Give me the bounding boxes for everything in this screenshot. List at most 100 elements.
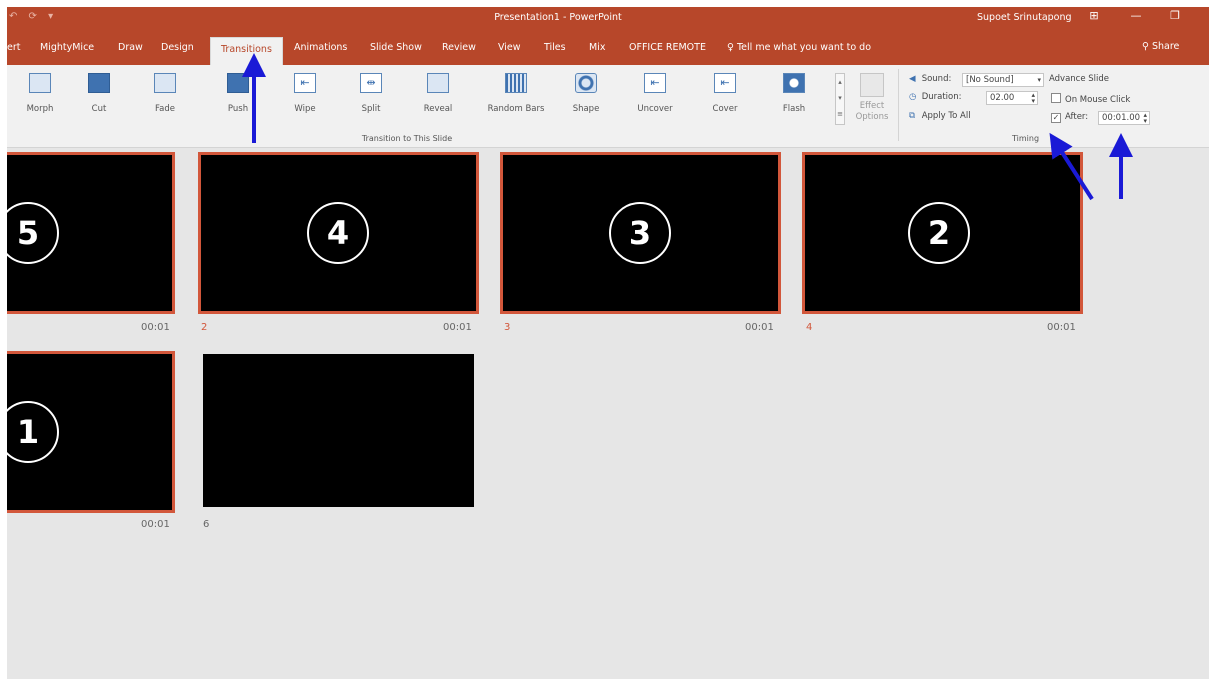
spinner-icon: ▴ ▾ [1143,111,1147,125]
tell-me-text: Tell me what you want to do [736,42,872,53]
on-mouse-click-checkbox[interactable]: On Mouse Click [1051,93,1130,105]
slide-timing: 00:01 [443,322,472,333]
slide-number-circle: 5 [7,202,59,264]
slide-image[interactable]: 1 [7,351,175,513]
transition-label: Flash [782,104,806,114]
transition-flash-button[interactable]: Flash [764,73,824,114]
group-divider [898,69,899,141]
timing-group: ◀ Sound: [No Sound] ▾ ◷ Duration: 02.00 … [902,65,1152,148]
title-bar: ↶ ⟳ ▾ Presentation1 - PowerPoint Supoet … [7,7,1209,65]
transition-label: Reveal [423,104,453,114]
sound-value: [No Sound] [966,75,1014,85]
slide-index: 4 [806,322,813,333]
apply-to-all-button[interactable]: ⧉ Apply To All [909,111,971,121]
display-options-icon[interactable]: ⊞ [1083,9,1105,22]
ribbon: Morph Cut Fade Push ⇤ Wipe ⇹ Split Revea… [7,65,1209,148]
tab-slide-show[interactable]: Slide Show [370,42,422,53]
after-time-spinner[interactable]: 00:01.00 ▴ ▾ [1098,111,1150,125]
slide-index: 6 [203,519,210,530]
restore-button[interactable]: ❐ [1164,9,1186,22]
share-label: Share [1151,41,1180,52]
push-icon [227,73,249,93]
tab-view[interactable]: View [498,42,521,53]
transition-label: Morph [26,104,54,114]
slide-image[interactable]: 3 [500,152,781,314]
powerpoint-window: ↶ ⟳ ▾ Presentation1 - PowerPoint Supoet … [7,7,1209,679]
after-checkbox[interactable]: ✓ After: [1051,112,1088,123]
gallery-scroll-buttons[interactable]: ▴ ▾ ≡ [835,73,845,125]
clock-icon: ◷ [909,92,917,102]
speaker-icon: ◀ [909,74,916,84]
cover-icon: ⇤ [714,73,736,93]
tab-design[interactable]: Design [161,42,194,53]
transition-fade-button[interactable]: Fade [135,73,195,114]
transition-wipe-button[interactable]: ⇤ Wipe [275,73,335,114]
person-icon: ⚲ [1142,41,1152,52]
tab-transitions[interactable]: Transitions [210,37,283,65]
group-label-timing: Timing [1012,134,1040,143]
transition-label: Wipe [294,104,316,114]
transition-morph-button[interactable]: Morph [10,73,70,114]
sound-label: Sound: [921,74,952,84]
sound-select[interactable]: [No Sound] ▾ [962,73,1044,87]
transition-shape-button[interactable]: Shape [556,73,616,114]
spinner-icon: ▴ ▾ [1031,91,1035,105]
minimize-button[interactable]: — [1125,9,1147,22]
transition-random-bars-button[interactable]: Random Bars [486,73,546,114]
slide-number-circle: 4 [307,202,369,264]
duration-value: 02.00 [990,93,1015,103]
uncover-icon: ⇤ [644,73,666,93]
slide-sorter: 5 00:01 4 2 00:01 3 3 00:01 2 4 00:01 1 … [7,149,1209,679]
apply-to-all-label: Apply To All [921,111,971,121]
slide-image[interactable]: 5 [7,152,175,314]
transition-label: Cut [91,104,107,114]
transition-label: Shape [572,104,600,114]
tab-mightymice[interactable]: MightyMice [40,42,94,53]
advance-slide-heading: Advance Slide [1049,74,1110,84]
duration-row: ◷ Duration: [909,92,962,102]
tab-animations[interactable]: Animations [294,42,347,53]
tell-me-search[interactable]: ♀ Tell me what you want to do [727,42,871,53]
duration-spinner[interactable]: 02.00 ▴ ▾ [986,91,1038,105]
reveal-icon [427,73,449,93]
transition-cover-button[interactable]: ⇤ Cover [695,73,755,114]
lightbulb-icon: ♀ [727,42,737,53]
random-bars-icon [505,73,527,93]
tab-mix[interactable]: Mix [589,42,605,53]
slide-image[interactable]: 2 [802,152,1083,314]
effect-options-button[interactable]: Effect Options [849,73,895,123]
ribbon-tabs: ert MightyMice Draw Design Transitions A… [7,35,1209,65]
split-icon: ⇹ [360,73,382,93]
apply-all-icon: ⧉ [909,111,916,121]
transition-label: Fade [155,104,175,114]
transition-uncover-button[interactable]: ⇤ Uncover [625,73,685,114]
transition-cut-button[interactable]: Cut [69,73,129,114]
window-title: Presentation1 - PowerPoint [494,12,622,23]
tab-tiles[interactable]: Tiles [544,42,566,53]
tab-insert[interactable]: ert [7,42,20,53]
share-button[interactable]: ⚲ Share [1142,41,1179,52]
fade-icon [154,73,176,93]
transition-push-button[interactable]: Push [208,73,268,114]
slide-image[interactable]: 4 [198,152,479,314]
slide-timing: 00:01 [1047,322,1076,333]
transition-label: Random Bars [487,104,545,114]
slide-number-circle: 1 [7,401,59,463]
transition-label: Uncover [637,104,673,114]
slide-index: 3 [504,322,511,333]
transition-split-button[interactable]: ⇹ Split [341,73,401,114]
slide-image[interactable] [203,354,474,507]
sound-row: ◀ Sound: [909,74,951,84]
transition-reveal-button[interactable]: Reveal [408,73,468,114]
slide-timing: 00:01 [141,322,170,333]
checkbox-unchecked-icon [1051,93,1061,103]
tab-review[interactable]: Review [442,42,476,53]
transition-label: Split [361,104,381,114]
slide-timing: 00:01 [745,322,774,333]
transition-label: Cover [712,104,738,114]
transition-label: Push [227,104,249,114]
tab-office-remote[interactable]: OFFICE REMOTE [629,42,706,53]
flash-icon [783,73,805,93]
tab-draw[interactable]: Draw [118,42,143,53]
user-name[interactable]: Supoet Srinutapong [977,12,1072,23]
